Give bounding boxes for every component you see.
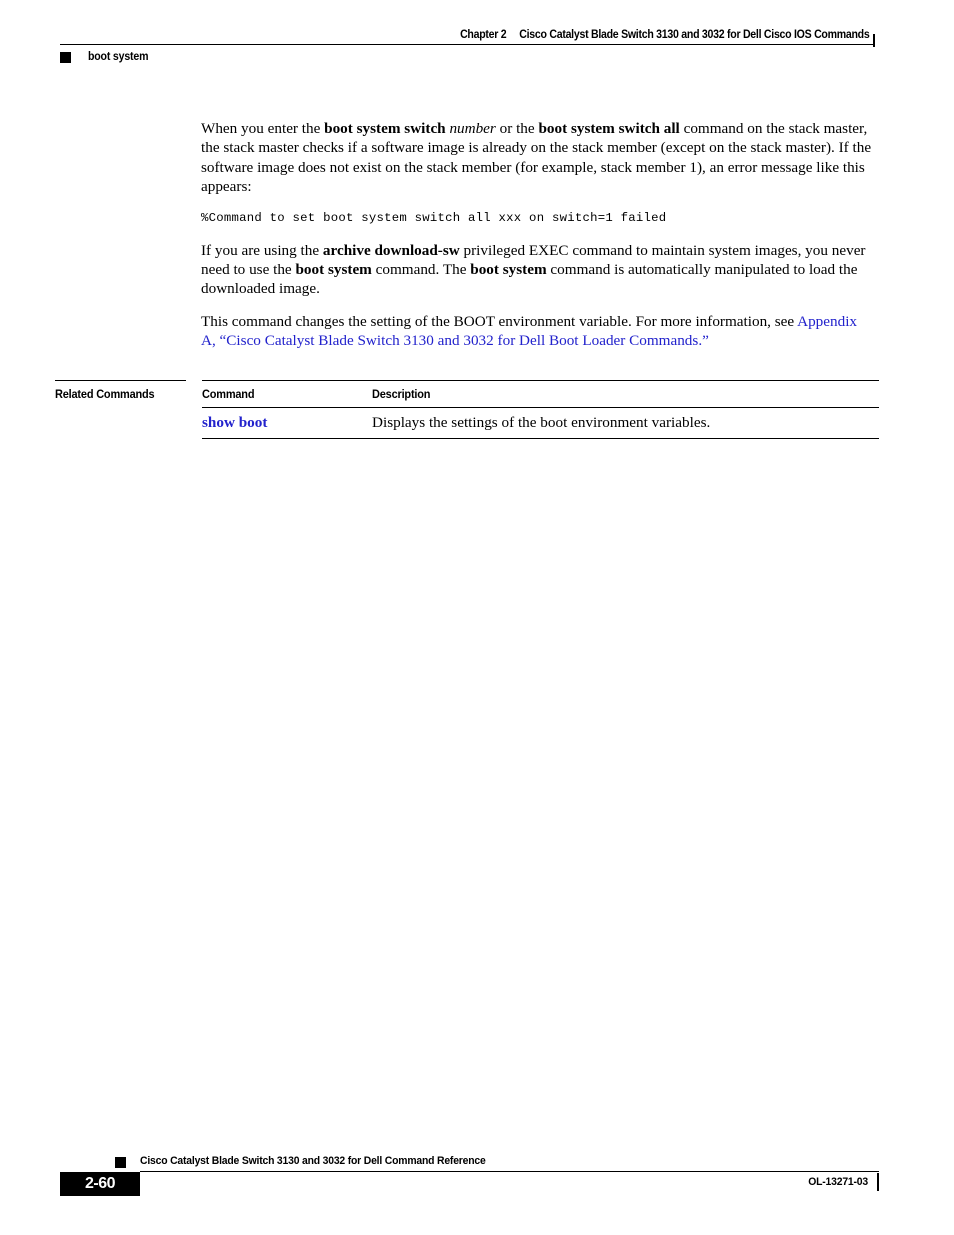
table-header-row: Command Description	[202, 381, 879, 407]
related-commands-table: Command Description show boot Displays t…	[202, 380, 879, 439]
para1-seg1: When you enter the	[201, 120, 325, 137]
cell-command: show boot	[202, 408, 372, 438]
black-square-marker-icon	[60, 51, 71, 63]
table-row: show boot Displays the settings of the b…	[202, 408, 879, 438]
para2-seg3: command. The	[371, 261, 471, 279]
footer-rule-end-tick	[877, 1173, 879, 1191]
footer-title-row: Cisco Catalyst Blade Switch 3130 and 303…	[115, 1155, 879, 1168]
para2-bold2: boot system	[295, 261, 372, 279]
paragraph-3: This command changes the setting of the …	[201, 312, 873, 351]
paragraph-1: When you enter the boot system switch nu…	[201, 119, 873, 197]
page-footer: Cisco Catalyst Blade Switch 3130 and 303…	[60, 1155, 879, 1196]
page-header: Chapter 2 Cisco Catalyst Blade Switch 313…	[60, 28, 875, 63]
para1-italic1: number	[449, 120, 496, 137]
header-command-row: boot system	[60, 51, 875, 63]
related-commands-label: Related Commands	[55, 387, 155, 401]
footer-black-square-marker-icon	[115, 1157, 126, 1168]
footer-bottom-row: 2-60 OL-13271-03	[60, 1172, 879, 1196]
para1-seg2: or the	[495, 120, 539, 137]
para1-bold2: boot system switch all	[538, 120, 680, 137]
related-commands-label-column: Related Commands	[55, 380, 186, 401]
header-chapter-label: Chapter 2	[460, 29, 507, 41]
para2-seg1: If you are using the	[201, 241, 323, 259]
footer-book-title: Cisco Catalyst Blade Switch 3130 and 303…	[140, 1155, 486, 1167]
header-title-line: Chapter 2 Cisco Catalyst Blade Switch 313…	[125, 28, 875, 42]
para1-bold1: boot system switch	[324, 120, 446, 137]
document-id: OL-13271-03	[808, 1176, 868, 1188]
para3-seg1: This command changes the setting of the …	[201, 312, 798, 330]
cell-description: Displays the settings of the boot enviro…	[372, 414, 711, 431]
page-number-badge: 2-60	[60, 1172, 140, 1196]
show-boot-link[interactable]: show boot	[202, 414, 267, 431]
column-header-description: Description	[372, 387, 431, 401]
table-bottom-rule	[202, 438, 879, 439]
header-chapter-title: Cisco Catalyst Blade Switch 3130 and 303…	[519, 29, 870, 41]
para2-bold3: boot system	[470, 261, 547, 279]
error-message-code: %Command to set boot system switch all x…	[201, 210, 667, 225]
header-rule	[60, 34, 875, 47]
header-command-name: boot system	[88, 51, 149, 63]
para2-bold1: archive download-sw	[322, 241, 460, 259]
paragraph-2: If you are using the archive download-sw…	[201, 241, 873, 299]
column-header-command: Command	[202, 387, 255, 401]
main-content: When you enter the boot system switch nu…	[201, 119, 873, 351]
